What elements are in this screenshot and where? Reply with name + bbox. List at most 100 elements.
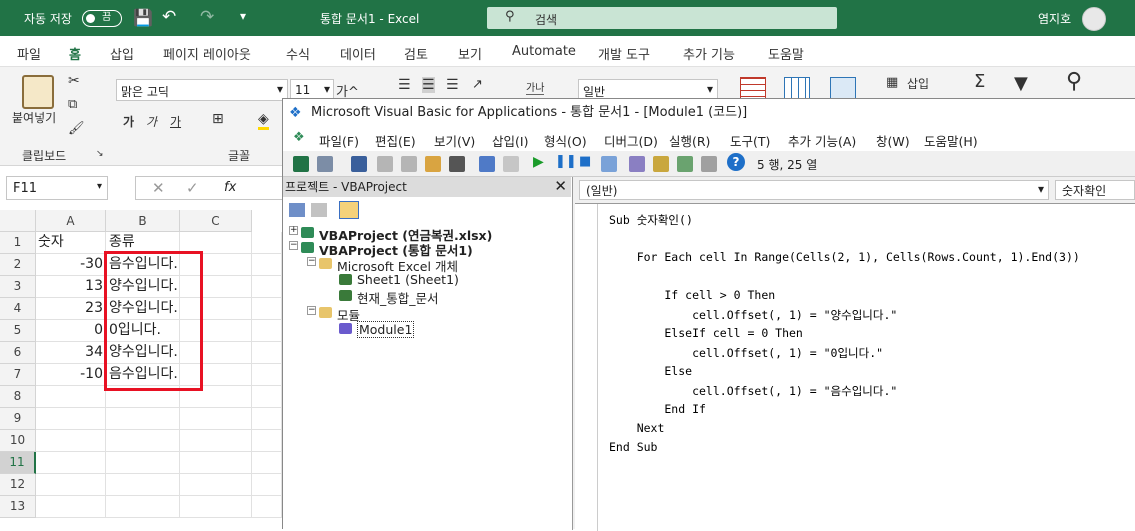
format-painter-icon[interactable]: 🖌 [68,121,85,136]
tab-review[interactable]: 검토 [404,44,428,63]
vbe-menu-item[interactable]: 디버그(D) [604,131,658,150]
cell-d[interactable] [252,276,282,298]
cell-d[interactable] [252,452,282,474]
row-header[interactable]: 11 [0,452,36,474]
vbe-menu-item[interactable]: 편집(E) [375,131,416,150]
cut-icon[interactable]: ✂ [68,73,80,89]
cell-a[interactable] [36,496,106,518]
row-header[interactable]: 7 [0,364,36,386]
insert-function-icon[interactable]: fx [224,180,236,195]
cell-a[interactable] [36,386,106,408]
find-icon[interactable] [449,156,465,172]
tab-file[interactable]: 파일 [17,44,41,63]
project-explorer-icon[interactable] [629,156,645,172]
cell-a[interactable]: -10 [36,364,106,386]
break-icon[interactable]: ❚❚ [555,154,577,169]
row-header[interactable]: 6 [0,342,36,364]
vbe-menu-item[interactable]: 삽입(I) [492,131,528,150]
cut-icon[interactable] [377,156,393,172]
cell-a[interactable] [36,408,106,430]
cell-d[interactable] [252,430,282,452]
insert-module-icon[interactable] [317,156,333,172]
row-header[interactable]: 8 [0,386,36,408]
autosave-toggle[interactable]: 끔 [82,10,122,27]
cell-d[interactable] [252,232,282,254]
qat-dropdown-icon[interactable]: ▾ [240,9,246,23]
undo-icon[interactable]: ↶ [162,7,176,27]
font-name-combo[interactable]: 맑은 고딕 ▾ [116,79,288,101]
copy-icon[interactable] [401,156,417,172]
toolbox-icon[interactable] [701,156,717,172]
vbe-menu-item[interactable]: 추가 기능(A) [788,131,856,150]
cell-c[interactable] [180,408,252,430]
cell-a[interactable]: 숫자 [36,232,106,254]
row-header[interactable]: 5 [0,320,36,342]
view-excel-icon[interactable] [293,156,309,172]
tab-help[interactable]: 도움말 [768,44,804,63]
cell-a[interactable]: 23 [36,298,106,320]
help-icon[interactable]: ? [727,153,745,171]
expander-icon[interactable]: + [289,226,298,235]
tab-view[interactable]: 보기 [458,44,482,63]
row-header[interactable]: 9 [0,408,36,430]
cell-a[interactable] [36,452,106,474]
enter-icon[interactable]: ✓ [186,179,199,197]
cell-c[interactable] [180,452,252,474]
copy-icon[interactable]: ⧉ [68,97,77,112]
row-header[interactable]: 3 [0,276,36,298]
paste-label[interactable]: 붙여넣기 [12,109,56,126]
cell-d[interactable] [252,364,282,386]
vbe-menu-item[interactable]: 창(W) [876,131,910,150]
cell-b[interactable] [106,408,180,430]
select-all-corner[interactable] [0,210,36,232]
cell-d[interactable] [252,496,282,518]
paste-icon[interactable] [22,75,54,109]
avatar[interactable] [1082,7,1106,31]
cell-a[interactable]: 34 [36,342,106,364]
row-header[interactable]: 1 [0,232,36,254]
insert-cells-label[interactable]: 삽입 [907,75,929,92]
cell-b[interactable] [106,452,180,474]
design-mode-icon[interactable] [601,156,617,172]
object-browser-icon[interactable] [677,156,693,172]
cell-d[interactable] [252,474,282,496]
cell-c[interactable] [180,430,252,452]
clipboard-launcher-icon[interactable]: ↘ [96,149,104,159]
align-bottom-icon[interactable]: ☰ [446,77,459,93]
vbe-menu-item[interactable]: 파일(F) [319,131,359,150]
fill-color-icon[interactable]: ◈ [258,111,269,130]
autosum-icon[interactable]: Σ [974,71,985,92]
save-icon[interactable]: 💾 [133,8,153,27]
view-object-icon[interactable] [311,203,327,217]
search-box[interactable]: ⚲ 검색 [487,7,837,29]
toggle-folders-icon[interactable] [339,201,359,219]
align-top-icon[interactable]: ☰ [398,77,411,93]
row-header[interactable]: 13 [0,496,36,518]
cell-a[interactable] [36,430,106,452]
cell-d[interactable] [252,298,282,320]
cell-c[interactable] [180,496,252,518]
cell-c[interactable] [180,474,252,496]
undo-icon[interactable] [479,156,495,172]
name-box[interactable]: F11 ▾ [6,176,108,200]
redo-icon[interactable]: ↷ [200,7,214,27]
row-header[interactable]: 12 [0,474,36,496]
expander-icon[interactable]: − [307,257,316,266]
view-code-icon[interactable] [289,203,305,217]
vbe-menu-item[interactable]: 형식(O) [544,131,587,150]
tab-page-layout[interactable]: 페이지 레이아웃 [163,44,251,63]
run-icon[interactable]: ▶ [533,154,544,170]
italic-button[interactable]: 가 [146,113,157,130]
vbe-menu-item[interactable]: 도움말(H) [924,131,978,150]
cell-d[interactable] [252,386,282,408]
cell-b[interactable] [106,496,180,518]
vbe-menu-item[interactable]: 실행(R) [669,131,710,150]
column-header[interactable]: C [180,210,252,232]
object-combo[interactable]: (일반) ▾ [579,180,1049,200]
cell-d[interactable] [252,408,282,430]
reset-icon[interactable]: ■ [579,154,591,169]
border-icon[interactable]: ⊞ [212,111,224,127]
tab-data[interactable]: 데이터 [340,44,376,63]
code-editor[interactable]: Sub 숫자확인() For Each cell In Range(Cells(… [575,203,1135,531]
tree-node-label[interactable]: Module1 [357,321,415,338]
